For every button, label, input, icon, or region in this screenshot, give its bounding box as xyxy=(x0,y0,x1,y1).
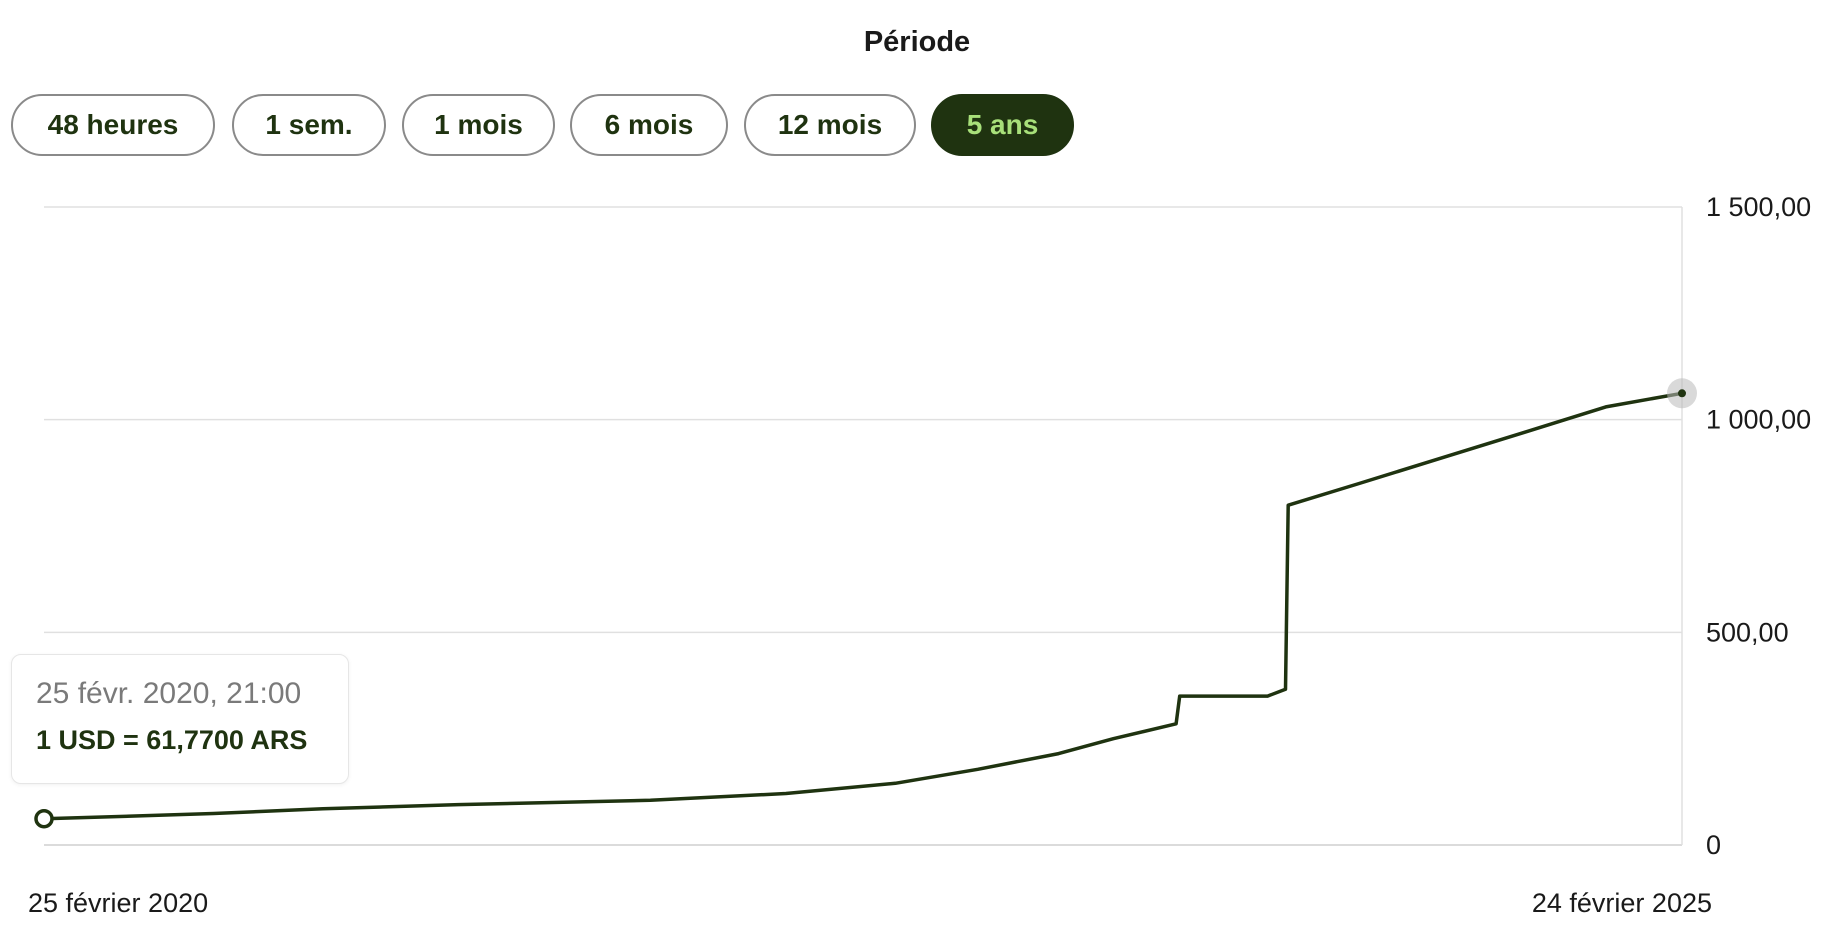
x-start-label: 25 février 2020 xyxy=(28,888,208,918)
tooltip-rate: 1 USD = 61,7700 ARS xyxy=(36,725,308,755)
end-point-marker xyxy=(1678,389,1686,398)
y-tick-label: 1 000,00 xyxy=(1706,405,1811,435)
y-tick-label: 1 500,00 xyxy=(1706,192,1811,222)
chart-tooltip: 25 févr. 2020, 21:00 1 USD = 61,7700 ARS xyxy=(11,654,349,784)
start-point-marker xyxy=(34,808,54,829)
x-end-label: 24 février 2025 xyxy=(1532,888,1712,918)
exchange-rate-line-chart[interactable]: 0 500,00 1 000,00 1 500,00 25 février 2020 24… xyxy=(0,0,1834,944)
tooltip-date: 25 févr. 2020, 21:00 xyxy=(36,677,302,710)
y-tick-label: 500,00 xyxy=(1706,617,1789,647)
y-tick-label: 0 xyxy=(1706,830,1721,860)
